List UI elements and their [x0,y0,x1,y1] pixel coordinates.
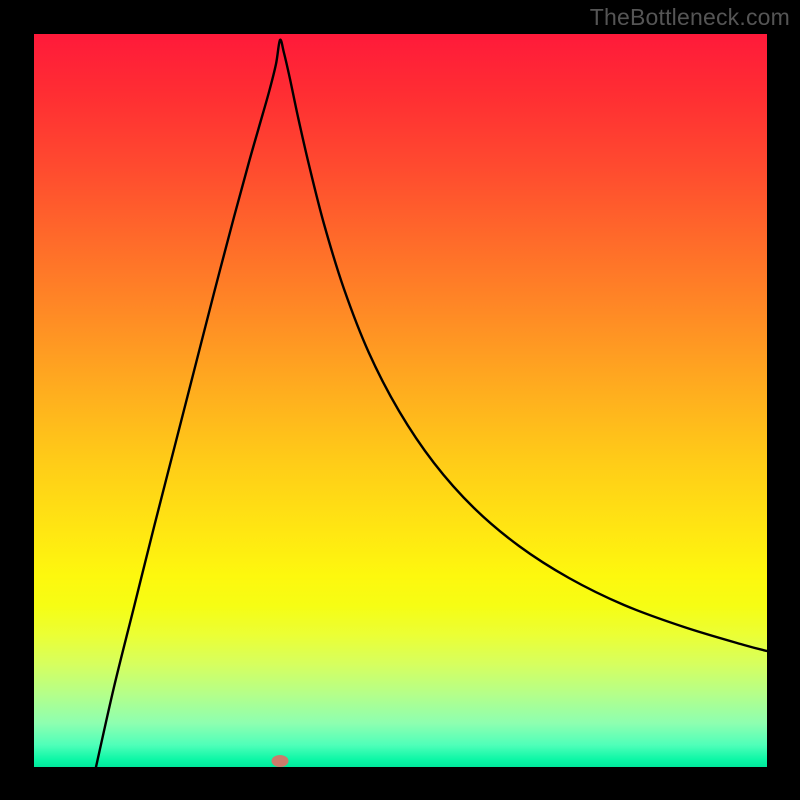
minimum-marker-dot [272,755,289,767]
chart-frame: TheBottleneck.com [0,0,800,800]
bottleneck-curve [34,34,767,767]
watermark-text: TheBottleneck.com [590,4,790,31]
chart-plot-area [34,34,767,767]
